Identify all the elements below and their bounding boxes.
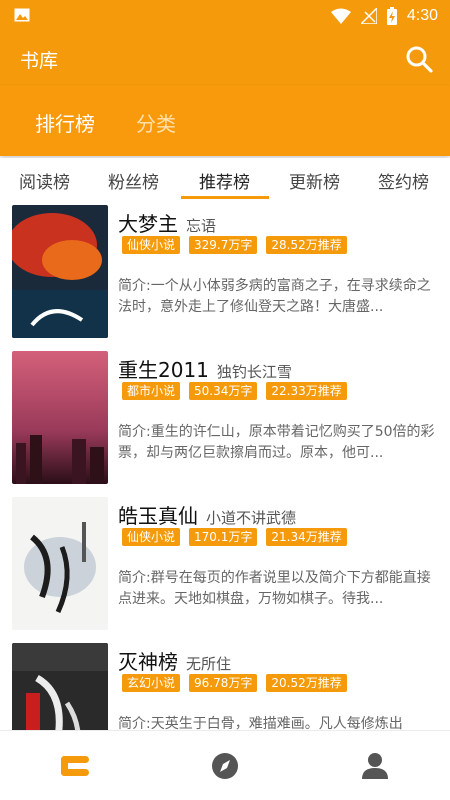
subtab-reading[interactable]: 阅读榜 <box>19 168 70 193</box>
recommend-count-tag: 20.52万推荐 <box>266 674 347 692</box>
list-item[interactable]: 皓玉真仙 小道不讲武德 仙侠小说 170.1万字 21.34万推荐 简介:群号在每… <box>0 492 450 638</box>
tab-category[interactable]: 分类 <box>136 108 176 137</box>
subtab-signed[interactable]: 签约榜 <box>378 168 429 193</box>
book-cover[interactable] <box>12 497 108 630</box>
app-bar: 书库 <box>0 32 450 86</box>
recommend-count-tag: 22.33万推荐 <box>266 382 347 400</box>
battery-icon <box>386 7 397 25</box>
genre-tag: 仙侠小说 <box>122 236 181 254</box>
bookshelf-icon[interactable] <box>60 751 90 781</box>
book-author: 独钓长江雪 <box>216 363 292 381</box>
genre-tag: 仙侠小说 <box>122 528 181 546</box>
book-description: 简介:重生的许仁山，原本带着记忆购买了50倍的彩票，却与两亿巨款擦肩而过。原本，… <box>118 424 435 461</box>
book-description: 简介:天英生于白骨，难描难画。凡人每修炼出 <box>118 716 403 730</box>
book-tags: 仙侠小说 329.7万字 28.52万推荐 <box>122 236 347 254</box>
list-item[interactable]: 灭神榜 无所住 玄幻小说 96.78万字 20.52万推荐 简介:天英生于白骨，难… <box>0 638 450 730</box>
search-icon[interactable] <box>404 44 434 74</box>
book-title: 灭神榜 无所住 <box>118 650 232 674</box>
genre-tag: 都市小说 <box>122 382 181 400</box>
book-author: 无所住 <box>186 655 232 673</box>
recommend-count-tag: 28.52万推荐 <box>266 236 347 254</box>
main-tabs: 排行榜 分类 <box>0 86 450 156</box>
book-description: 简介:群号在每页的作者说里以及简介下方都能直接点进来。天地如棋盘，万物如棋子。待… <box>118 570 431 607</box>
book-title: 重生2011 独钓长江雪 <box>118 358 292 382</box>
list-item[interactable]: 大梦主 忘语 仙侠小说 329.7万字 28.52万推荐 简介:一个从小体弱多病的… <box>0 200 450 346</box>
page-title: 书库 <box>20 50 59 72</box>
discover-compass-icon[interactable] <box>210 751 240 781</box>
subtab-update[interactable]: 更新榜 <box>289 168 340 193</box>
signal-icon <box>360 8 377 24</box>
subtab-fans[interactable]: 粉丝榜 <box>108 168 159 193</box>
bottom-navigation <box>0 730 450 800</box>
book-cover[interactable] <box>12 643 108 730</box>
profile-icon[interactable] <box>360 751 390 781</box>
book-title: 大梦主 忘语 <box>118 212 217 236</box>
book-cover[interactable] <box>12 205 108 338</box>
wifi-icon <box>330 8 351 24</box>
book-tags: 玄幻小说 96.78万字 20.52万推荐 <box>122 674 347 692</box>
book-cover[interactable] <box>12 351 108 484</box>
status-bar: 4:30 <box>0 0 450 32</box>
word-count-tag: 96.78万字 <box>189 674 258 692</box>
word-count-tag: 170.1万字 <box>189 528 258 546</box>
subtab-recommend[interactable]: 推荐榜 <box>199 168 250 193</box>
image-icon <box>14 8 30 22</box>
book-list[interactable]: 大梦主 忘语 仙侠小说 329.7万字 28.52万推荐 简介:一个从小体弱多病的… <box>0 200 450 730</box>
book-author: 小道不讲武德 <box>206 509 297 527</box>
word-count-tag: 329.7万字 <box>189 236 258 254</box>
book-description: 简介:一个从小体弱多病的富商之子，在寻求续命之法时，意外走上了修仙登天之路！大唐… <box>118 278 431 315</box>
recommend-count-tag: 21.34万推荐 <box>266 528 347 546</box>
status-time: 4:30 <box>406 7 438 24</box>
list-item[interactable]: 重生2011 独钓长江雪 都市小说 50.34万字 22.33万推荐 简介:重生的… <box>0 346 450 492</box>
book-title: 皓玉真仙 小道不讲武德 <box>118 504 297 528</box>
tab-ranking[interactable]: 排行榜 <box>35 108 95 137</box>
book-tags: 仙侠小说 170.1万字 21.34万推荐 <box>122 528 347 546</box>
word-count-tag: 50.34万字 <box>189 382 258 400</box>
book-tags: 都市小说 50.34万字 22.33万推荐 <box>122 382 347 400</box>
genre-tag: 玄幻小说 <box>122 674 181 692</box>
subtab-indicator <box>181 196 269 199</box>
book-author: 忘语 <box>186 217 217 235</box>
ranking-subtabs: 阅读榜 粉丝榜 推荐榜 更新榜 签约榜 <box>0 158 450 200</box>
